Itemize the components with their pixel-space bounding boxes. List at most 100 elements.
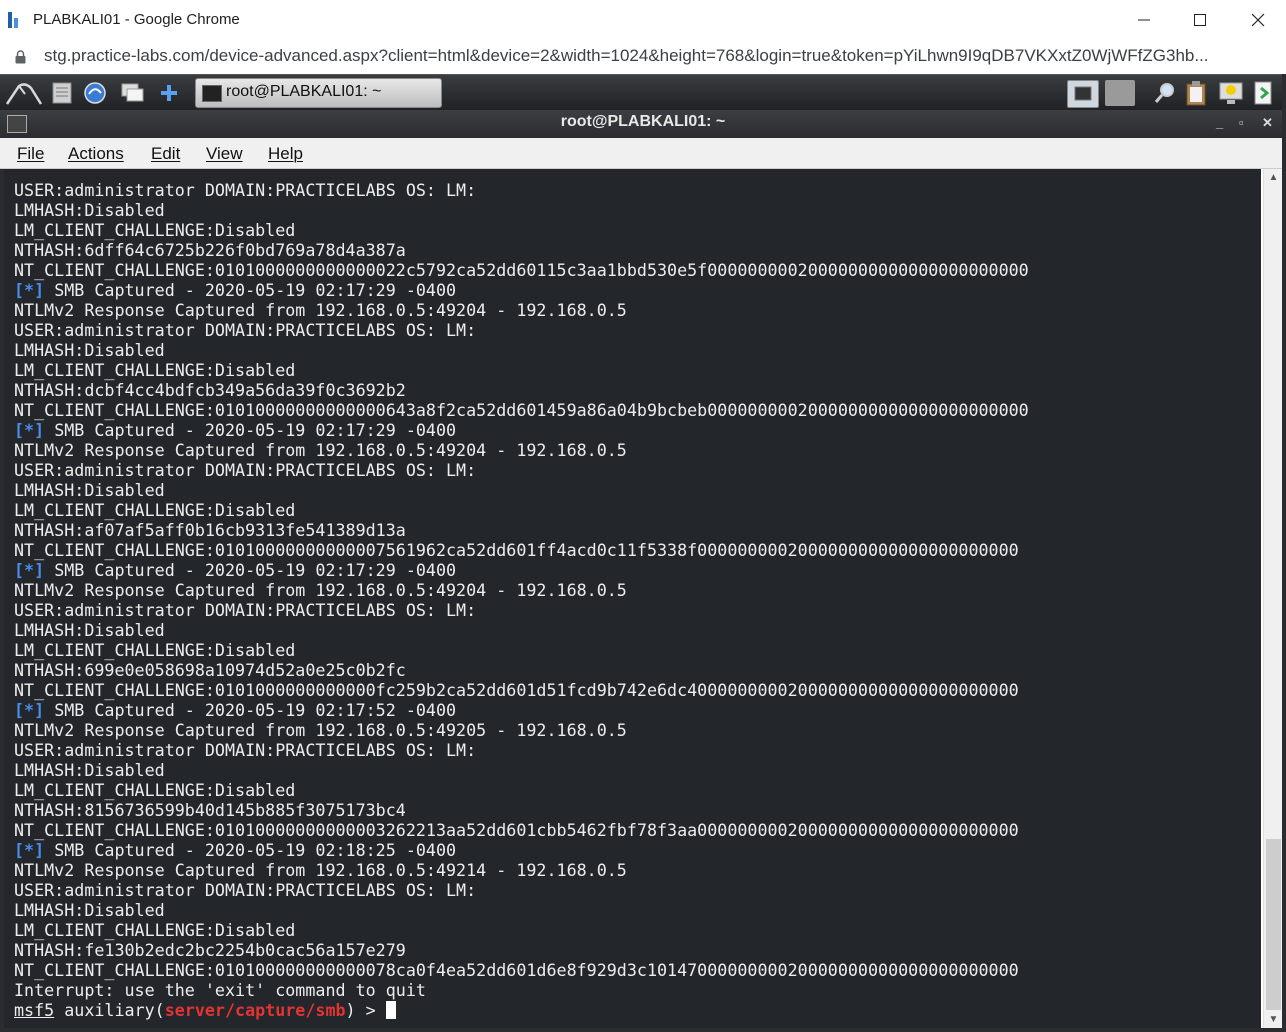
browser-titlebar: PLABKALI01 - Google Chrome [0, 0, 1286, 41]
terminal-line: USER:administrator DOMAIN:PRACTICELABS O… [14, 320, 1029, 340]
task-label: root@PLABKALI01: ~ [226, 83, 382, 100]
terminal-line-text: SMB Captured - 2020-05-19 02:18:25 -0400 [54, 840, 457, 860]
menu-view[interactable]: View [206, 144, 243, 164]
terminal-line-text: LMHASH:Disabled [14, 340, 165, 360]
status-tag: [*] [14, 700, 45, 720]
scroll-thumb[interactable] [1266, 839, 1281, 1010]
terminal-line-text: USER:administrator DOMAIN:PRACTICELABS O… [14, 460, 477, 480]
terminal-line-text: LMHASH:Disabled [14, 620, 165, 640]
terminal-line: NT_CLIENT_CHALLENGE:01010000000000003262… [14, 820, 1029, 840]
windows-icon[interactable] [118, 79, 146, 107]
text-cursor [385, 1001, 396, 1019]
terminal-line-text: LMHASH:Disabled [14, 200, 165, 220]
terminal-line-text: NTHASH:6dff64c6725b226f0bd769a78d4a387a [14, 240, 406, 260]
terminal-line: USER:administrator DOMAIN:PRACTICELABS O… [14, 740, 1029, 760]
network-monitor-icon[interactable] [1217, 79, 1245, 107]
terminal-line: NTLMv2 Response Captured from 192.168.0.… [14, 440, 1029, 460]
terminal-line: [*] SMB Captured - 2020-05-19 02:18:25 -… [14, 840, 1029, 860]
terminal-lines: USER:administrator DOMAIN:PRACTICELABS O… [14, 180, 1029, 1020]
menu-help[interactable]: Help [268, 144, 303, 164]
terminal-title: root@PLABKALI01: ~ [560, 113, 726, 130]
terminal-line: NTHASH:6dff64c6725b226f0bd769a78d4a387a [14, 240, 1029, 260]
terminal-line: LM_CLIENT_CHALLENGE:Disabled [14, 640, 1029, 660]
workspace-2-icon[interactable] [1105, 80, 1135, 106]
terminal-line-text: SMB Captured - 2020-05-19 02:17:29 -0400 [54, 280, 457, 300]
prompt-module: server/capture/smb [164, 1000, 346, 1020]
clipboard-icon[interactable] [1182, 79, 1210, 107]
kali-menu-icon[interactable] [4, 79, 44, 107]
terminal-line: LM_CLIENT_CHALLENGE:Disabled [14, 360, 1029, 380]
close-button[interactable] [1230, 0, 1286, 40]
terminal-minimize-button[interactable]: _ [1216, 115, 1223, 130]
terminal-line: LMHASH:Disabled [14, 900, 1029, 920]
url-text[interactable]: stg.practice-labs.com/device-advanced.as… [44, 46, 1274, 66]
scroll-down-arrow[interactable]: ▼ [1264, 1011, 1283, 1028]
terminal-line-text: NT_CLIENT_CHALLENGE:01010000000000000643… [14, 400, 1029, 420]
terminal-line: NTHASH:dcbf4cc4bdfcb349a56da39f0c3692b2 [14, 380, 1029, 400]
terminal-line-text: NT_CLIENT_CHALLENGE:01010000000000003262… [14, 820, 1019, 840]
terminal-line: NTLMv2 Response Captured from 192.168.0.… [14, 720, 1029, 740]
terminal-line-text: LM_CLIENT_CHALLENGE:Disabled [14, 360, 296, 380]
status-tag: [*] [14, 420, 45, 440]
browser-icon[interactable] [81, 79, 109, 107]
terminal-line: LM_CLIENT_CHALLENGE:Disabled [14, 920, 1029, 940]
app-icon [8, 12, 18, 28]
terminal-line: NTLMv2 Response Captured from 192.168.0.… [14, 580, 1029, 600]
terminal-titlebar: root@PLABKALI01: ~ _ ▫ ✕ [0, 110, 1286, 138]
terminal-close-button[interactable]: ✕ [1262, 115, 1273, 131]
terminal-line: LM_CLIENT_CHALLENGE:Disabled [14, 500, 1029, 520]
taskbar-terminal-task[interactable]: root@PLABKALI01: ~ [195, 78, 442, 108]
menu-edit[interactable]: Edit [151, 144, 180, 164]
prompt-suffix: ) > [345, 1000, 386, 1020]
terminal-maximize-button[interactable]: ▫ [1239, 115, 1244, 130]
menu-file[interactable]: File [17, 144, 44, 164]
terminal-line: [*] SMB Captured - 2020-05-19 02:17:52 -… [14, 700, 1029, 720]
terminal-line: USER:administrator DOMAIN:PRACTICELABS O… [14, 600, 1029, 620]
window-frame-right [1282, 74, 1286, 1032]
logout-icon[interactable] [1250, 79, 1278, 107]
terminal-line-text: NTLMv2 Response Captured from 192.168.0.… [14, 300, 627, 320]
add-launcher-icon[interactable] [155, 79, 183, 107]
terminal-line: NTLMv2 Response Captured from 192.168.0.… [14, 300, 1029, 320]
terminal-line: NTHASH:8156736599b40d145b885f3075173bc4 [14, 800, 1029, 820]
terminal-menubar: File Actions Edit View Help [0, 138, 1286, 169]
terminal-line-text: USER:administrator DOMAIN:PRACTICELABS O… [14, 600, 477, 620]
terminal-line-text: USER:administrator DOMAIN:PRACTICELABS O… [14, 320, 477, 340]
status-tag: [*] [14, 280, 45, 300]
terminal-line-text: SMB Captured - 2020-05-19 02:17:52 -0400 [54, 700, 457, 720]
terminal-line: NT_CLIENT_CHALLENGE:01010000000000007561… [14, 540, 1029, 560]
terminal-line-text: LM_CLIENT_CHALLENGE:Disabled [14, 500, 296, 520]
terminal-line-text: LM_CLIENT_CHALLENGE:Disabled [14, 220, 296, 240]
terminal-line-text: NTLMv2 Response Captured from 192.168.0.… [14, 440, 627, 460]
terminal-line-text: NT_CLIENT_CHALLENGE:010100000000000078ca… [14, 960, 1019, 980]
terminal-scrollbar[interactable]: ▲ ▼ [1263, 169, 1283, 1028]
search-icon[interactable] [1151, 79, 1179, 107]
terminal-line: Interrupt: use the 'exit' command to qui… [14, 980, 1029, 1000]
address-bar[interactable]: stg.practice-labs.com/device-advanced.as… [0, 40, 1286, 75]
file-manager-icon[interactable] [48, 79, 76, 107]
terminal-line: USER:administrator DOMAIN:PRACTICELABS O… [14, 880, 1029, 900]
maximize-button[interactable] [1172, 0, 1228, 40]
minimize-button[interactable] [1116, 0, 1172, 40]
terminal-line: NT_CLIENT_CHALLENGE:010100000000000078ca… [14, 960, 1029, 980]
terminal-line: LMHASH:Disabled [14, 340, 1029, 360]
terminal-line-text: LM_CLIENT_CHALLENGE:Disabled [14, 780, 296, 800]
command-prompt[interactable]: msf5 auxiliary(server/capture/smb) > [14, 1000, 1029, 1020]
terminal-line: NTHASH:699e0e058698a10974d52a0e25c0b2fc [14, 660, 1029, 680]
terminal-line-text: NTLMv2 Response Captured from 192.168.0.… [14, 580, 627, 600]
terminal-line-text: NT_CLIENT_CHALLENGE:01010000000000007561… [14, 540, 1019, 560]
workspace-1-icon[interactable] [1067, 80, 1099, 108]
scroll-up-arrow[interactable]: ▲ [1264, 169, 1283, 186]
status-tag: [*] [14, 840, 45, 860]
terminal-line-text: USER:administrator DOMAIN:PRACTICELABS O… [14, 740, 477, 760]
terminal-line: LMHASH:Disabled [14, 620, 1029, 640]
terminal-line-text: SMB Captured - 2020-05-19 02:17:29 -0400 [54, 420, 457, 440]
terminal-line: [*] SMB Captured - 2020-05-19 02:17:29 -… [14, 280, 1029, 300]
terminal-output[interactable]: USER:administrator DOMAIN:PRACTICELABS O… [4, 169, 1261, 1028]
terminal-line-text: Interrupt: use the 'exit' command to qui… [14, 980, 426, 1000]
prompt-context: auxiliary( [54, 1000, 165, 1020]
terminal-line-text: LM_CLIENT_CHALLENGE:Disabled [14, 640, 296, 660]
menu-actions[interactable]: Actions [68, 144, 124, 164]
terminal-line-text: NTHASH:fe130b2edc2bc2254b0cac56a157e279 [14, 940, 406, 960]
terminal-line-text: NTHASH:dcbf4cc4bdfcb349a56da39f0c3692b2 [14, 380, 406, 400]
